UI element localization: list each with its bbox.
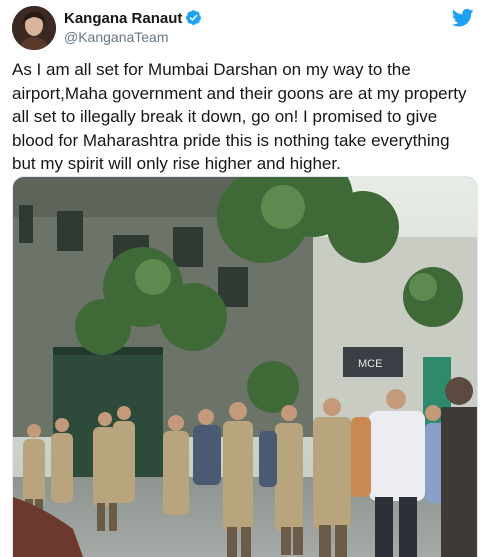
author-handle[interactable]: @KanganaTeam <box>64 28 202 47</box>
twitter-bird-icon[interactable] <box>452 8 474 28</box>
shop-sign: MCE <box>358 358 382 370</box>
tweet-media-photo[interactable]: MCE <box>12 176 478 557</box>
author-avatar[interactable] <box>12 6 56 50</box>
tweet-header: Kangana Ranaut @KanganaTeam <box>12 6 474 50</box>
tweet-text: As I am all set for Mumbai Darshan on my… <box>12 60 467 173</box>
verified-badge-icon <box>186 10 202 25</box>
author-display-name[interactable]: Kangana Ranaut <box>64 10 182 27</box>
street-scene-photo: MCE <box>13 177 477 557</box>
profile-photo <box>12 6 56 50</box>
